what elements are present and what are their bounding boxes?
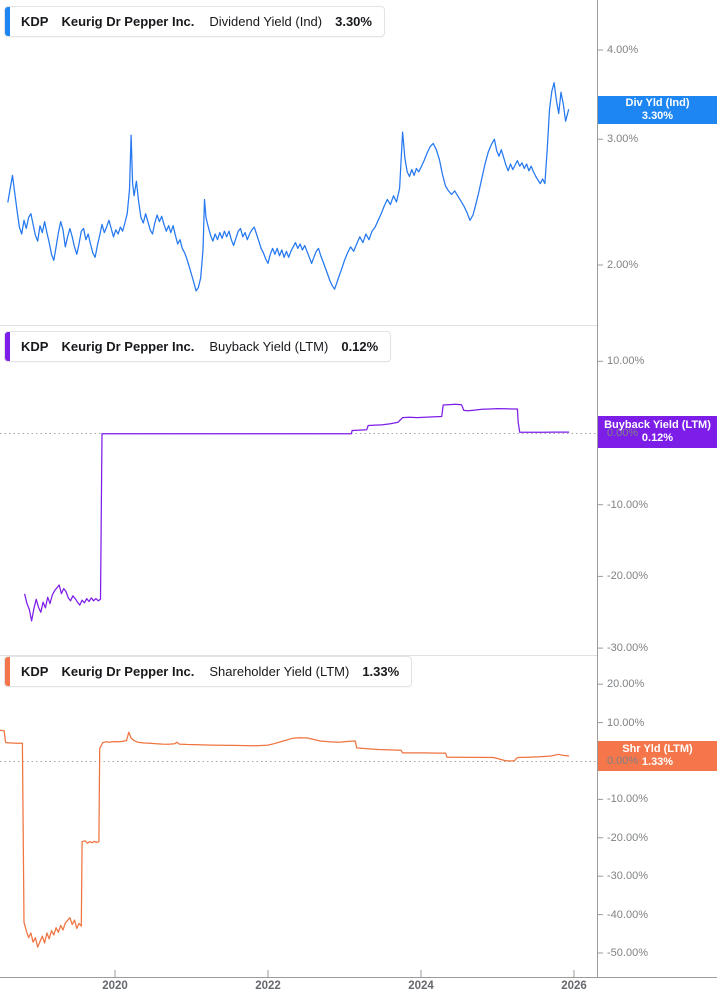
shareholder-yield-header[interactable]: KDP Keurig Dr Pepper Inc. Shareholder Yi… [4, 656, 413, 687]
y-tick-label: -30.00% [607, 870, 648, 883]
metric-value: 3.30% [335, 14, 372, 29]
company-name: Keurig Dr Pepper Inc. [61, 14, 195, 29]
y-tick-label: 20.00% [607, 678, 645, 691]
dividend-yield-header[interactable]: KDP Keurig Dr Pepper Inc. Dividend Yield… [4, 6, 385, 37]
y-tick-label: -20.00% [607, 831, 648, 844]
div-yld-ind--line [7, 82, 570, 292]
metric-value: 0.12% [341, 339, 379, 354]
buyback-yield-ltm--line [24, 403, 570, 622]
y-tick-label: 4.00% [607, 44, 639, 56]
x-tick-label: 2026 [561, 980, 587, 992]
ticker: KDP [21, 14, 49, 29]
company-name: Keurig Dr Pepper Inc. [61, 339, 195, 354]
x-tick-label: 2024 [408, 980, 434, 992]
y-tick-label: 3.00% [607, 133, 639, 146]
y-tick-label: 0.00% [607, 755, 639, 767]
y-tick-label: 10.00% [607, 716, 645, 729]
metric-label: Buyback Yield (LTM) [209, 339, 329, 354]
y-tick-label: -10.00% [607, 498, 648, 511]
shareholder-yield-ltm--line [0, 729, 570, 948]
multi-panel-chart[interactable]: 4.00% 3.00% 2.00% 10.00% 0.00% -10.00% -20.00%… [0, 0, 717, 1005]
y-tick-label: 10.00% [607, 355, 645, 368]
company-name: Keurig Dr Pepper Inc. [61, 664, 195, 679]
metric-label: Shareholder Yield (LTM) [209, 664, 350, 679]
orange-accent-bar [5, 657, 10, 686]
x-tick-label: 2022 [255, 980, 281, 992]
y-tick-label: -10.00% [607, 793, 648, 806]
y-tick-label: -40.00% [607, 908, 648, 921]
x-tick-label: 2020 [102, 980, 128, 992]
blue-accent-bar [5, 7, 10, 36]
purple-accent-bar [5, 332, 10, 361]
metric-value: 1.33% [362, 664, 400, 679]
buyback-yield-header[interactable]: KDP Keurig Dr Pepper Inc. Buyback Yield … [4, 331, 392, 362]
metric-label: Dividend Yield (Ind) [209, 14, 323, 29]
ticker: KDP [21, 339, 49, 354]
ticker: KDP [21, 664, 49, 679]
div-yld-badge-bg[interactable] [598, 96, 717, 124]
y-tick-label: 2.00% [607, 258, 639, 271]
y-tick-label: -20.00% [607, 570, 648, 583]
y-tick-label: 0.00% [607, 427, 639, 439]
y-tick-label: -30.00% [607, 642, 648, 655]
y-tick-label: -50.00% [607, 947, 648, 959]
